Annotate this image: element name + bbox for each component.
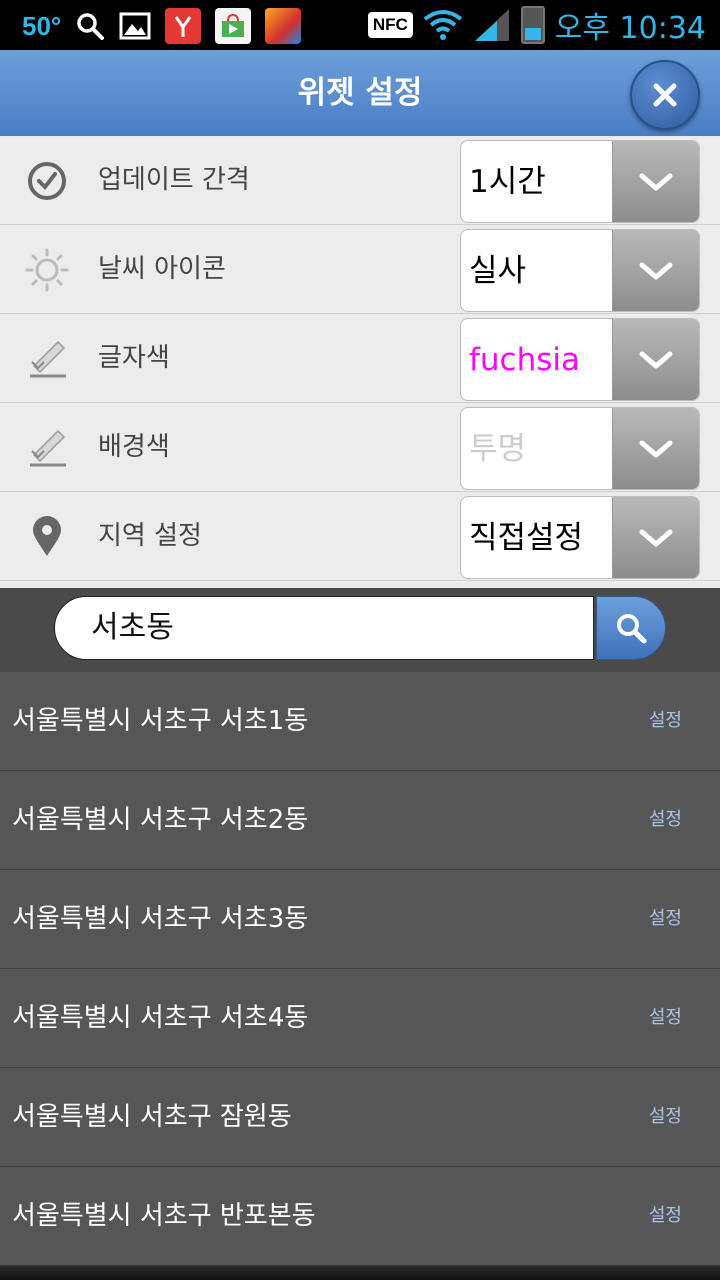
clock-icon <box>28 162 66 200</box>
setting-label: 글자색 <box>98 343 170 373</box>
pencil-icon <box>30 429 66 467</box>
setting-label: 배경색 <box>98 432 170 462</box>
search-icon <box>77 13 105 40</box>
result-name: 서울특별시 서초구 서초2동 <box>12 805 309 835</box>
dropdown-button[interactable] <box>612 141 699 222</box>
set-location-button[interactable]: 설정 <box>649 771 682 869</box>
close-button[interactable] <box>630 60 700 130</box>
chevron-down-icon <box>639 262 673 279</box>
list-item[interactable]: 서울특별시 서초구 서초3동 설정 <box>0 870 720 969</box>
background-color-select[interactable]: 투명 <box>460 407 700 490</box>
result-name: 서울특별시 서초구 반포본동 <box>12 1201 316 1231</box>
chevron-down-icon <box>639 440 673 457</box>
dropdown-button[interactable] <box>612 230 699 311</box>
game-icon <box>265 8 302 44</box>
set-location-button[interactable]: 설정 <box>649 1167 682 1265</box>
temperature-indicator: 50° <box>22 10 62 41</box>
setting-row-text-color: 글자색 fuchsia <box>0 314 720 403</box>
search-input[interactable]: 서초동 <box>54 596 594 660</box>
dropdown-button[interactable] <box>612 497 699 578</box>
chevron-down-icon <box>639 351 673 368</box>
search-button[interactable] <box>596 596 666 660</box>
result-name: 서울특별시 서초구 잠원동 <box>12 1102 292 1132</box>
setting-label: 지역 설정 <box>98 521 202 551</box>
setting-label: 날씨 아이콘 <box>98 254 226 284</box>
select-value: 실사 <box>469 253 527 289</box>
text-color-select[interactable]: fuchsia <box>460 318 700 401</box>
list-item[interactable]: 서울특별시 서초구 반포본동 설정 <box>0 1167 720 1266</box>
select-value: 1시간 <box>469 164 546 200</box>
store-icon <box>215 8 252 44</box>
update-interval-select[interactable]: 1시간 <box>460 140 700 223</box>
search-icon <box>617 614 647 644</box>
battery-icon <box>520 6 545 44</box>
search-results-list: 서울특별시 서초구 서초1동 설정 서울특별시 서초구 서초2동 설정 서울특별… <box>0 672 720 1266</box>
set-location-button[interactable]: 설정 <box>649 969 682 1067</box>
search-bar: 서초동 <box>0 588 720 672</box>
dropdown-button[interactable] <box>612 408 699 489</box>
gallery-icon <box>119 12 151 40</box>
set-location-button[interactable]: 설정 <box>649 1068 682 1166</box>
setting-row-location: 지역 설정 직접설정 <box>0 492 720 581</box>
pencil-icon <box>30 340 66 378</box>
setting-row-background-color: 배경색 투명 <box>0 403 720 492</box>
result-name: 서울특별시 서초구 서초1동 <box>12 706 309 736</box>
signal-icon <box>474 9 509 41</box>
close-icon <box>653 83 677 107</box>
nfc-icon: NFC <box>367 12 413 38</box>
clock-time: 오후 10:34 <box>554 11 706 46</box>
page-title: 위젯 설정 <box>297 75 423 111</box>
weather-icon-select[interactable]: 실사 <box>460 229 700 312</box>
set-location-button[interactable]: 설정 <box>649 672 682 770</box>
select-value: 투명 <box>469 431 527 467</box>
setting-row-update-interval: 업데이트 간격 1시간 <box>0 136 720 225</box>
list-item[interactable]: 서울특별시 서초구 서초2동 설정 <box>0 771 720 870</box>
status-bar-left: 50° <box>22 8 302 44</box>
list-item[interactable]: 서울특별시 서초구 서초4동 설정 <box>0 969 720 1068</box>
bottom-edge <box>0 1266 720 1280</box>
set-location-button[interactable]: 설정 <box>649 870 682 968</box>
select-value: fuchsia <box>469 342 581 378</box>
list-item[interactable]: 서울특별시 서초구 서초1동 설정 <box>0 672 720 771</box>
chevron-down-icon <box>639 529 673 546</box>
result-name: 서울특별시 서초구 서초4동 <box>12 1003 309 1033</box>
status-bar: 50° NFC 오후 10:34 <box>0 0 720 50</box>
status-bar-right: NFC 오후 10:34 <box>367 6 706 46</box>
location-pin-icon <box>33 516 61 556</box>
dropdown-button[interactable] <box>612 319 699 400</box>
sun-icon <box>25 248 69 292</box>
setting-row-weather-icon: 날씨 아이콘 실사 <box>0 225 720 314</box>
result-name: 서울특별시 서초구 서초3동 <box>12 904 309 934</box>
app-icon-red <box>165 8 202 44</box>
location-select[interactable]: 직접설정 <box>460 496 700 579</box>
title-bar: 위젯 설정 <box>0 50 720 137</box>
select-value: 직접설정 <box>469 520 584 556</box>
wifi-icon <box>423 10 463 40</box>
chevron-down-icon <box>639 173 673 190</box>
list-item[interactable]: 서울특별시 서초구 잠원동 설정 <box>0 1068 720 1167</box>
setting-label: 업데이트 간격 <box>98 165 250 195</box>
settings-panel: 업데이트 간격 1시간 날씨 아이콘 실사 글자색 fuchsia 배경색 투명… <box>0 136 720 588</box>
